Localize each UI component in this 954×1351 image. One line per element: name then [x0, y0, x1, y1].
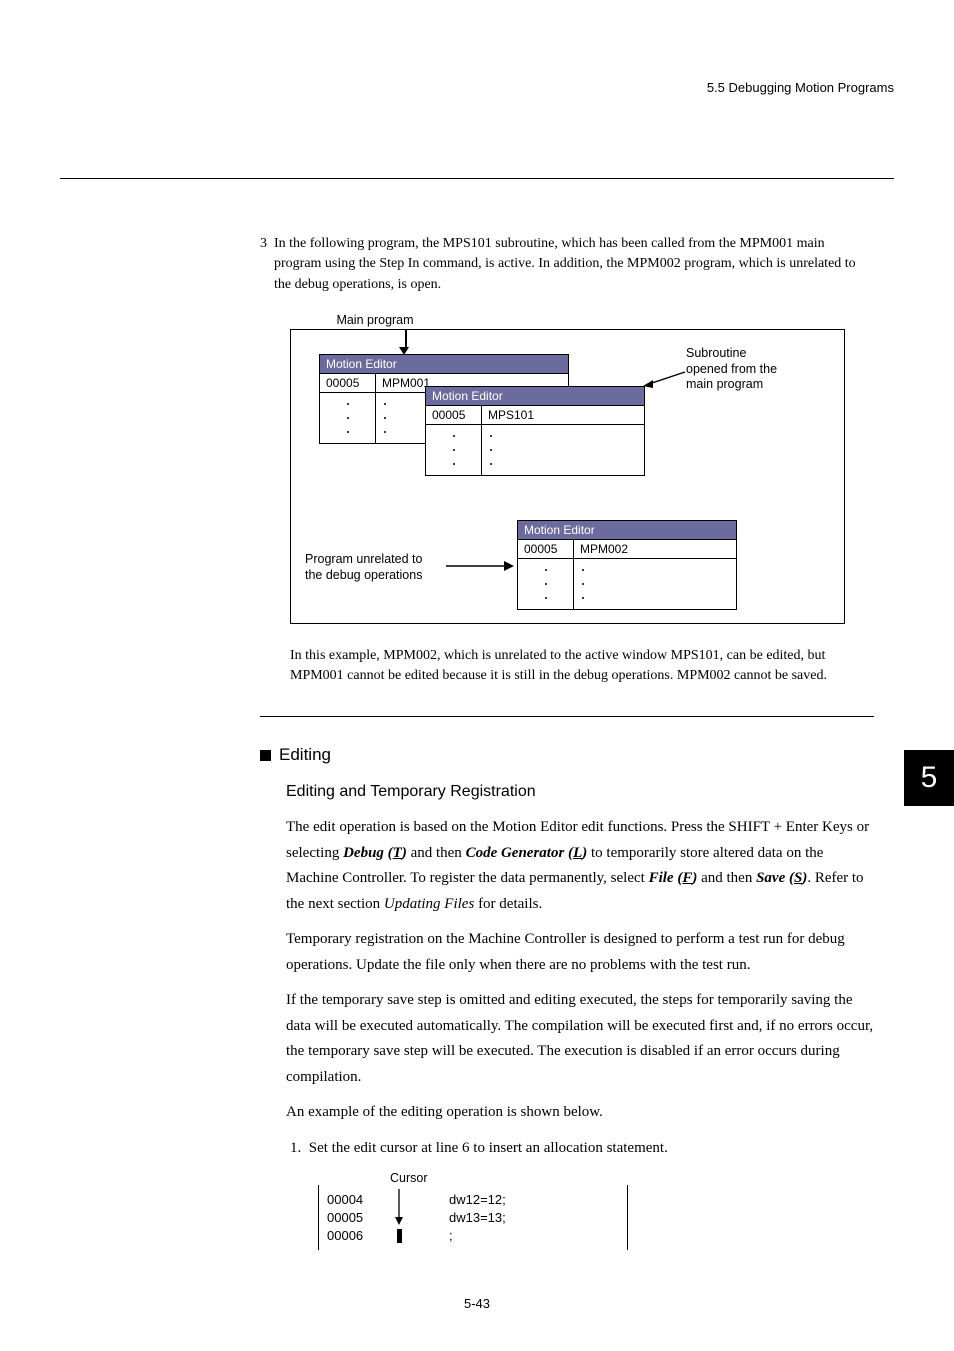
annot-line: Subroutine — [686, 346, 777, 362]
heading-sub: Editing and Temporary Registration — [286, 783, 874, 801]
annot-line: main program — [686, 377, 777, 393]
step-text: Set the edit cursor at line 6 to insert … — [309, 1140, 668, 1156]
paragraph-4: An example of the editing operation is s… — [286, 1100, 874, 1126]
header-rule — [60, 178, 894, 179]
step-number: 1. — [290, 1140, 301, 1156]
line-num: 00004 — [327, 1191, 381, 1209]
program-name: MPS101 — [482, 406, 644, 424]
diagram-note: In this example, MPM002, which is unrela… — [290, 646, 874, 687]
unrelated-annotation: Program unrelated to the debug operation… — [305, 552, 422, 583]
step-3: 3 In the following program, the MPS101 s… — [260, 234, 874, 295]
line-num: 00005 — [320, 374, 376, 392]
line-num: 00005 — [518, 540, 574, 558]
program-name: MPM002 — [574, 540, 736, 558]
main-program-label: Main program — [330, 313, 420, 327]
note-line: In this example, MPM002, which is unrela… — [290, 646, 874, 666]
annot-line: Program unrelated to — [305, 552, 422, 568]
window-title: Motion Editor — [426, 387, 644, 406]
line-numbers-col: 00004 00005 00006 — [319, 1185, 389, 1250]
arrow-subroutine-icon — [643, 370, 687, 388]
annot-line: the debug operations — [305, 568, 422, 584]
window-mpm002: Motion Editor 00005 MPM002 — [517, 520, 737, 610]
code-col: dw12=12; dw13=13; ; — [411, 1185, 627, 1250]
page-number: 5-43 — [0, 1296, 954, 1311]
diagram-1: Motion Editor 00005 MPM001 Motion Editor… — [290, 329, 845, 624]
cursor-label: Cursor — [390, 1171, 874, 1185]
arrow-down-icon — [403, 329, 409, 355]
section-rule — [260, 716, 874, 717]
line-num: 00005 — [327, 1209, 381, 1227]
subroutine-annotation: Subroutine opened from the main program — [686, 346, 777, 393]
code-line: dw12=12; — [419, 1191, 619, 1209]
paragraph-2: Temporary registration on the Machine Co… — [286, 927, 874, 978]
window-title: Motion Editor — [320, 355, 568, 374]
code-line: ; — [419, 1227, 619, 1245]
arrow-right-icon — [446, 560, 516, 572]
diagram-2: 00004 00005 00006 dw12=12; dw13=13; ; — [318, 1185, 628, 1250]
line-num: 00006 — [327, 1227, 381, 1245]
heading-editing: Editing — [260, 745, 874, 765]
window-title: Motion Editor — [518, 521, 736, 540]
breadcrumb: 5.5 Debugging Motion Programs — [707, 80, 894, 95]
heading-text: Editing — [279, 745, 331, 765]
square-bullet-icon — [260, 750, 271, 761]
line-num: 00005 — [426, 406, 482, 424]
window-mps101: Motion Editor 00005 MPS101 — [425, 386, 645, 476]
step-text: In the following program, the MPS101 sub… — [274, 234, 874, 295]
step-1: 1. Set the edit cursor at line 6 to inse… — [290, 1136, 874, 1162]
cursor-column — [389, 1185, 411, 1250]
paragraph-3: If the temporary save step is omitted an… — [286, 988, 874, 1090]
code-line: dw13=13; — [419, 1209, 619, 1227]
annot-line: opened from the — [686, 362, 777, 378]
step-number: 3 — [260, 234, 274, 295]
paragraph-1: The edit operation is based on the Motio… — [286, 815, 874, 917]
chapter-tab: 5 — [904, 750, 954, 806]
cursor-arrow-icon — [389, 1189, 409, 1245]
note-line: MPM001 cannot be edited because it is st… — [290, 666, 874, 686]
